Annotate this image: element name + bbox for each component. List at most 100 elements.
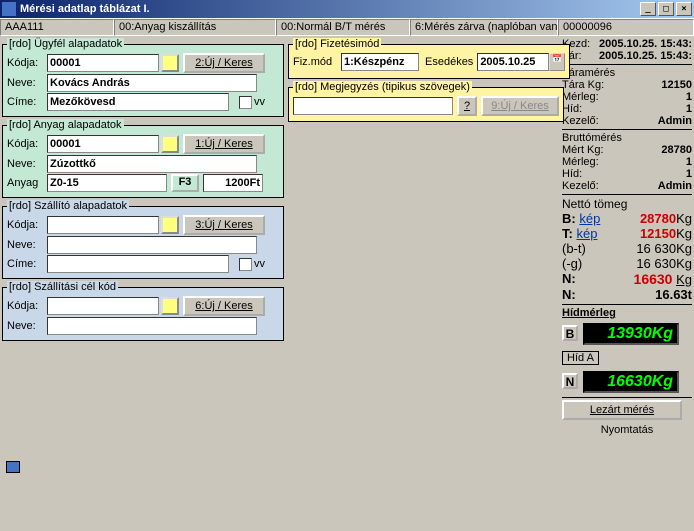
- statusbar: AAA111 00:Anyag kiszállítás 00:Normál B/…: [0, 18, 694, 36]
- material-lookup-button[interactable]: [161, 135, 179, 153]
- b-value: 28780: [640, 211, 676, 226]
- material-new-search-button[interactable]: 1:Új / Keres: [183, 134, 265, 154]
- bridge2-label: Híd:: [562, 168, 582, 180]
- customer-name-label: Neve:: [7, 77, 47, 89]
- bridge1-value: 1: [686, 103, 692, 115]
- material-name-label: Neve:: [7, 158, 47, 170]
- b-display: 13930Kg: [583, 323, 679, 345]
- status-id: 00000096: [558, 19, 694, 36]
- carrier-new-search-button[interactable]: 3:Új / Keres: [183, 215, 265, 235]
- operator1-value: Admin: [658, 115, 692, 127]
- app-icon: [2, 2, 16, 16]
- customer-addr-input[interactable]: [47, 93, 229, 111]
- b-label: B:: [562, 211, 576, 226]
- n-badge: N: [562, 373, 578, 389]
- carrier-name-label: Neve:: [7, 239, 47, 251]
- carrier-lookup-button[interactable]: [161, 216, 179, 234]
- status-state: 6:Mérés zárva (naplóban van): [410, 19, 558, 36]
- operator2-label: Kezelő:: [562, 180, 599, 192]
- t-label: T:: [562, 226, 573, 241]
- b-kep-link[interactable]: kép: [579, 211, 600, 226]
- operator1-label: Kezelő:: [562, 115, 599, 127]
- n-value: 16630: [634, 271, 673, 287]
- note-new-search-button[interactable]: 9:Új / Keres: [481, 96, 559, 116]
- t-kep-link[interactable]: kép: [576, 226, 597, 241]
- carrier-code-input[interactable]: [47, 216, 159, 234]
- carrier-name-input[interactable]: [47, 236, 257, 254]
- payment-legend: [rdo] Fizetésimód: [293, 38, 381, 50]
- carrier-addr-input[interactable]: [47, 255, 229, 273]
- n-label: N:: [562, 271, 576, 287]
- n2-value: 16.63t: [655, 287, 692, 302]
- material-anyag-input[interactable]: [47, 174, 167, 192]
- start-value: 2005.10.25. 15:43:: [599, 38, 692, 50]
- scale2-value: 1: [686, 156, 692, 168]
- window-titlebar: Mérési adatlap táblázat I. _ □ ×: [0, 0, 694, 18]
- n-display: 16630Kg: [583, 371, 679, 393]
- bridge2-value: 1: [686, 168, 692, 180]
- destination-code-input[interactable]: [47, 297, 159, 315]
- bt-value: 16 630Kg: [636, 241, 692, 256]
- close-button[interactable]: ×: [676, 2, 692, 16]
- customer-code-label: Kódja:: [7, 57, 47, 69]
- material-group: [rdo] Anyag alapadatok Kódja: 1:Új / Ker…: [2, 119, 284, 198]
- material-name-input[interactable]: [47, 155, 257, 173]
- status-type: 00:Anyag kiszállítás: [114, 19, 276, 36]
- carrier-group: [rdo] Szállító alapadatok Kódja: 3:Új / …: [2, 200, 284, 279]
- customer-code-input[interactable]: [47, 54, 159, 72]
- customer-addr-label: Címe:: [7, 96, 47, 108]
- hid-a-label: Híd A: [562, 351, 599, 365]
- calendar-icon[interactable]: 📅: [549, 53, 565, 71]
- destination-name-input[interactable]: [47, 317, 257, 335]
- payment-group: [rdo] Fizetésimód Fiz.mód Esedékes 📅: [288, 38, 570, 79]
- g-label: (-g): [562, 256, 582, 271]
- tare-kg-value: 12150: [661, 79, 692, 91]
- destination-new-search-button[interactable]: 6:Új / Keres: [183, 296, 265, 316]
- payment-mode-input[interactable]: [341, 53, 419, 71]
- note-input[interactable]: [293, 97, 453, 115]
- carrier-vv-checkbox[interactable]: [239, 258, 252, 271]
- due-label: Esedékes: [425, 56, 473, 68]
- customer-group: [rdo] Ügyfél alapadatok Kódja: 2:Új / Ke…: [2, 38, 284, 117]
- material-price[interactable]: [203, 174, 263, 192]
- material-code-input[interactable]: [47, 135, 159, 153]
- note-help-button[interactable]: ?: [457, 96, 477, 116]
- gross-kg-value: 28780: [661, 144, 692, 156]
- net-section-label: Nettó tömeg: [562, 197, 692, 211]
- payment-mode-label: Fiz.mód: [293, 56, 341, 68]
- status-code: AAA111: [0, 19, 114, 36]
- customer-vv-checkbox[interactable]: [239, 96, 252, 109]
- scale2-label: Mérleg:: [562, 156, 599, 168]
- operator2-value: Admin: [658, 180, 692, 192]
- customer-name-input[interactable]: [47, 74, 257, 92]
- carrier-code-label: Kódja:: [7, 219, 47, 231]
- scale1-value: 1: [686, 91, 692, 103]
- customer-new-search-button[interactable]: 2:Új / Keres: [183, 53, 265, 73]
- tare-section-label: Táramérés: [562, 67, 692, 79]
- f3-button[interactable]: F3: [171, 174, 199, 192]
- g-value: 16 630Kg: [636, 256, 692, 271]
- bridge1-label: Híd:: [562, 103, 582, 115]
- maximize-button[interactable]: □: [658, 2, 674, 16]
- destination-group: [rdo] Szállítási cél kód Kódja: 6:Új / K…: [2, 281, 284, 341]
- t-value: 12150: [640, 226, 676, 241]
- closed-measurement-button[interactable]: Lezárt mérés: [562, 400, 682, 420]
- print-label: Nyomtatás: [562, 424, 692, 436]
- material-code-label: Kódja:: [7, 138, 47, 150]
- gross-section-label: Bruttómérés: [562, 132, 692, 144]
- info-panel: Kezd:2005.10.25. 15:43: Zár:2005.10.25. …: [560, 36, 694, 531]
- b-badge: B: [562, 325, 578, 341]
- n-kg-link[interactable]: Kg: [676, 272, 692, 287]
- carrier-vv-label: vv: [254, 258, 265, 270]
- end-value: 2005.10.25. 15:43:: [599, 50, 692, 62]
- material-anyag-label: Anyag: [7, 177, 47, 189]
- bt-label: (b-t): [562, 241, 586, 256]
- customer-legend: [rdo] Ügyfél alapadatok: [7, 38, 124, 50]
- minimize-button[interactable]: _: [640, 2, 656, 16]
- destination-legend: [rdo] Szállítási cél kód: [7, 281, 118, 293]
- customer-vv-label: vv: [254, 96, 265, 108]
- destination-lookup-button[interactable]: [161, 297, 179, 315]
- customer-lookup-button[interactable]: [161, 54, 179, 72]
- destination-code-label: Kódja:: [7, 300, 47, 312]
- due-date-input[interactable]: [477, 53, 549, 71]
